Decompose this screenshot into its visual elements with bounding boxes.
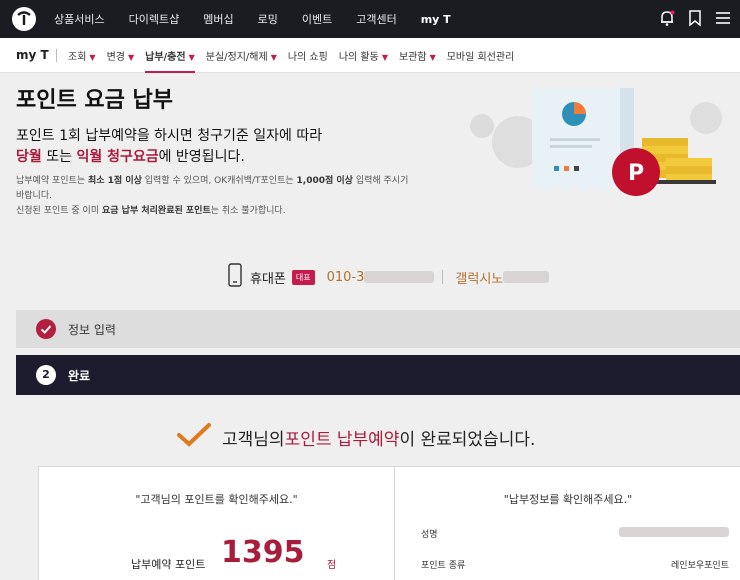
menu-icon[interactable]	[714, 9, 732, 27]
sub-nav-title[interactable]: my T	[16, 48, 49, 62]
step-info-input[interactable]: 정보 입력	[16, 310, 740, 348]
selected-line-info: 휴대폰 대표 010-3 갤럭시노	[228, 263, 550, 291]
notice-line-3: 신청된 포인트 중 이미 요금 납부 처리완료된 포인트는 취소 불가합니다.	[16, 203, 286, 216]
sub-nav-item-label: 분실/정지/해제	[205, 51, 268, 63]
bell-icon[interactable]	[658, 9, 676, 27]
sub-nav-item-label: 보관함	[398, 51, 427, 63]
sub-navigation-bar: my T 조회 ▼ 변경 ▼ 납부/충전 ▼ 분실/정지/해제 ▼ 나의 쇼핑 나의 활…	[0, 38, 740, 73]
sub-nav-item-label: 나의 활동	[338, 51, 379, 63]
step-number: 2	[36, 365, 56, 385]
step-complete[interactable]: 2 완료	[16, 355, 740, 395]
intro-highlight-next-month: 익월 청구요금	[76, 149, 159, 165]
top-nav-menu: 상품서비스 다이렉트샵 멤버십 로밍 이벤트 고객센터 my T	[54, 0, 475, 38]
completion-highlight: 포인트 납부예약	[284, 429, 400, 450]
notice-text: 입력할 수 있으며, OK캐쉬백/T포인트는	[141, 176, 297, 186]
points-summary-panel: "고객님의 포인트를 확인해주세요." 납부예약 포인트 1395 점	[38, 466, 395, 580]
point-type-value: 레인보우포인트	[671, 561, 729, 571]
intro-highlight-current-month: 당월	[16, 149, 42, 165]
notice-emphasis: 최소 1점 이상	[87, 176, 142, 186]
sub-nav-item-label: 조회	[68, 51, 87, 63]
masked-phone-number	[364, 271, 435, 283]
chevron-down-icon: ▼	[188, 52, 195, 62]
top-nav-item-customer-center[interactable]: 고객센터	[356, 11, 396, 27]
device-type-label: 휴대폰	[250, 271, 286, 287]
top-nav-item-event[interactable]: 이벤트	[302, 11, 332, 27]
top-nav-item-my-t[interactable]: my T	[421, 13, 451, 26]
device-divider	[442, 270, 444, 284]
reserved-points-unit: 점	[327, 560, 337, 571]
notice-text: 입력해 주시기	[352, 176, 409, 186]
notice-line-2: 바랍니다.	[16, 191, 52, 201]
masked-device-model	[503, 271, 550, 283]
t-logo-icon[interactable]	[12, 7, 36, 31]
top-nav-item-membership[interactable]: 멤버십	[203, 11, 233, 27]
point-type-row-label: 포인트 종류	[421, 561, 466, 571]
top-nav-item-direct-shop[interactable]: 다이렉트샵	[129, 11, 180, 27]
notice-emphasis: 1,000점 이상	[296, 176, 353, 186]
sub-nav-item-label: 납부/충전	[145, 51, 186, 63]
primary-line-badge: 대표	[291, 269, 315, 285]
device-model: 갤럭시노	[455, 271, 504, 287]
payment-info-panel: "납부정보를 확인해주세요." 성명 포인트 종류 레인보우포인트	[394, 466, 740, 580]
sub-nav-divider	[56, 49, 57, 62]
reserved-points-label: 납부예약 포인트	[131, 558, 206, 571]
sub-nav-menu: 조회 ▼ 변경 ▼ 납부/충전 ▼ 분실/정지/해제 ▼ 나의 쇼핑 나의 활동 ▼ 보관…	[68, 38, 525, 73]
sub-nav-item-label: 변경	[106, 51, 125, 63]
top-nav-item-roaming[interactable]: 로밍	[258, 11, 278, 27]
payment-panel-heading: "납부정보를 확인해주세요."	[503, 493, 633, 506]
sub-nav-item-my-shopping[interactable]: 나의 쇼핑	[288, 48, 328, 63]
chevron-down-icon: ▼	[381, 52, 388, 62]
check-circle-icon	[36, 319, 56, 339]
masked-name-value	[619, 527, 729, 537]
notice-line-1: 납부예약 포인트는 최소 1점 이상 입력할 수 있으며, OK캐쉬백/T포인트…	[16, 173, 408, 186]
intro-line-2: 당월 또는 익월 청구요금에 반영됩니다.	[16, 146, 245, 166]
notice-text: 납부예약 포인트는	[16, 176, 88, 186]
notice-text: 는 취소 불가합니다.	[210, 206, 286, 216]
completion-message: 고객님의 포인트 납부예약 이 완료되었습니다.	[176, 420, 535, 454]
sub-nav-item-inquiry[interactable]: 조회 ▼	[68, 48, 96, 63]
reserved-points-value: 1395	[221, 535, 305, 570]
phone-icon	[228, 263, 242, 291]
sub-nav-item-lost-suspend[interactable]: 분실/정지/해제 ▼	[206, 48, 277, 63]
phone-number: 010-3	[326, 269, 365, 285]
sub-nav-item-mobile-line[interactable]: 모바일 회선관리	[447, 48, 515, 63]
completion-text: 이 완료되었습니다.	[399, 429, 536, 450]
step-label: 완료	[68, 369, 91, 383]
sub-nav-item-storage[interactable]: 보관함 ▼	[399, 48, 436, 63]
points-panel-heading: "고객님의 포인트를 확인해주세요."	[135, 493, 298, 506]
chevron-down-icon: ▼	[270, 52, 277, 62]
checkmark-icon	[176, 421, 212, 454]
sub-nav-item-payment[interactable]: 납부/충전 ▼	[145, 48, 195, 73]
bookmark-icon[interactable]	[686, 9, 704, 27]
intro-text: 또는	[41, 149, 77, 165]
top-navigation-bar: 상품서비스 다이렉트샵 멤버십 로밍 이벤트 고객센터 my T	[0, 0, 740, 38]
step-label: 정보 입력	[68, 323, 116, 337]
sub-nav-item-label: 나의 쇼핑	[287, 51, 328, 63]
sub-nav-item-label: 모바일 회선관리	[446, 51, 515, 63]
intro-line-1: 포인트 1회 납부예약을 하시면 청구기준 일자에 따라	[16, 128, 323, 144]
chevron-down-icon: ▼	[429, 52, 436, 62]
notice-emphasis: 요금 납부 처리완료된 포인트	[101, 206, 211, 216]
notice-text: 신청된 포인트 중 이미	[16, 206, 102, 216]
svg-text:P: P	[628, 161, 644, 186]
top-icon-group	[658, 9, 732, 27]
name-row-label: 성명	[421, 530, 438, 540]
sub-nav-item-my-activity[interactable]: 나의 활동 ▼	[339, 48, 388, 63]
chevron-down-icon: ▼	[127, 52, 135, 62]
top-nav-item-products[interactable]: 상품서비스	[54, 11, 105, 27]
sub-nav-item-change[interactable]: 변경 ▼	[107, 48, 135, 63]
page-title: 포인트 요금 납부	[16, 88, 173, 113]
completion-text: 고객님의	[222, 429, 285, 450]
intro-text: 에 반영됩니다.	[158, 149, 245, 165]
chevron-down-icon: ▼	[89, 52, 96, 62]
receipt-points-illustration: P	[470, 80, 740, 260]
